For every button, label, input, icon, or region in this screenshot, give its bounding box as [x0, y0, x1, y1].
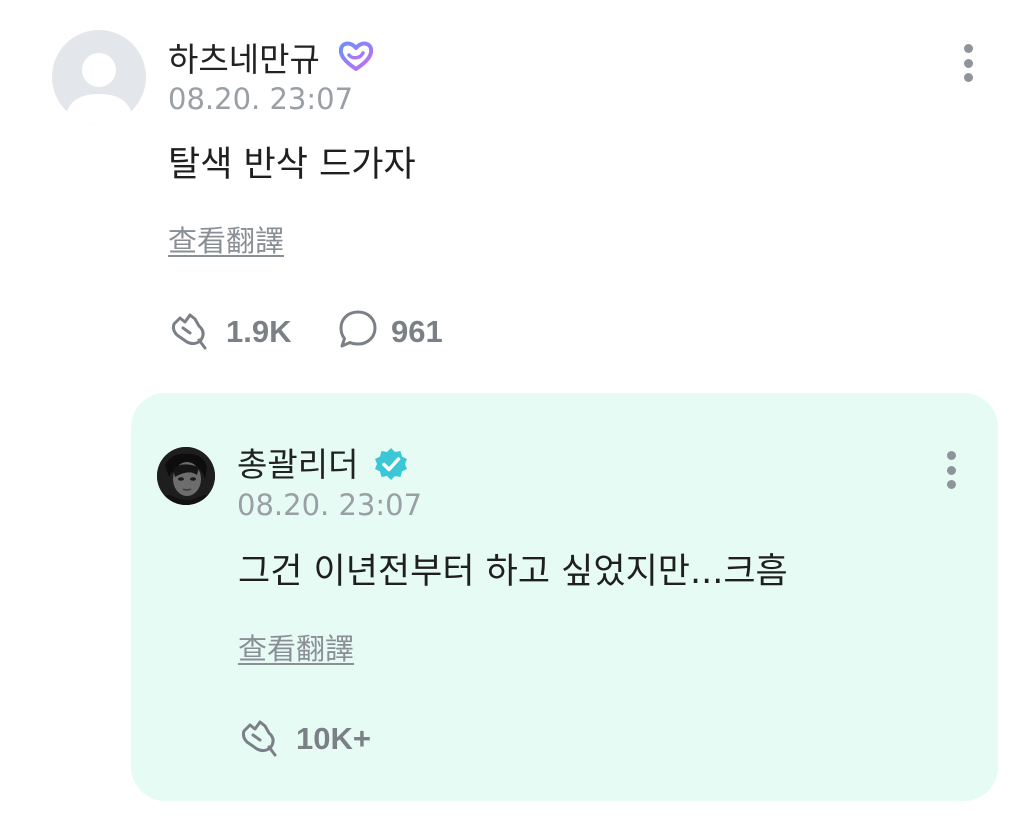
reply-like-count: 10K+	[296, 720, 371, 756]
reply-button[interactable]: 961	[337, 308, 443, 354]
reply-author[interactable]: 총괄리더	[237, 448, 358, 481]
comment-author[interactable]: 하츠네만규	[168, 43, 320, 76]
reply-author-name: 총괄리더	[237, 445, 359, 484]
reply-count: 961	[391, 313, 443, 349]
comment-thread: 하츠네만규 08.20. 23:07 탈색 반삭 드가자 查看翻譯 1.9K 9…	[0, 0, 1024, 832]
comment-more-button[interactable]	[953, 38, 983, 88]
reply-more-button[interactable]	[936, 445, 966, 495]
speech-bubble-icon	[337, 308, 379, 354]
like-count: 1.9K	[226, 313, 292, 349]
like-button[interactable]: 1.9K	[168, 308, 291, 354]
comment-timestamp: 08.20. 23:07	[168, 82, 354, 116]
reply-translate-link[interactable]: 查看翻譯	[238, 635, 354, 664]
avatar[interactable]	[52, 30, 146, 124]
reply-avatar[interactable]	[157, 447, 215, 505]
profile-photo	[157, 447, 215, 505]
default-user-icon	[65, 53, 133, 124]
applause-hand-icon	[238, 715, 284, 761]
translate-link[interactable]: 查看翻譯	[168, 227, 284, 256]
heart-badge-icon	[338, 40, 374, 76]
applause-hand-icon	[168, 308, 214, 354]
reply-timestamp: 08.20. 23:07	[237, 488, 423, 522]
verified-check-icon	[373, 446, 409, 486]
comment-text: 탈색 반삭 드가자	[168, 145, 416, 185]
comment-author-name: 하츠네만규	[168, 40, 320, 79]
reply-like-button[interactable]: 10K+	[238, 715, 371, 761]
reply-text: 그건 이년전부터 하고 싶었지만...크흠	[238, 552, 788, 592]
